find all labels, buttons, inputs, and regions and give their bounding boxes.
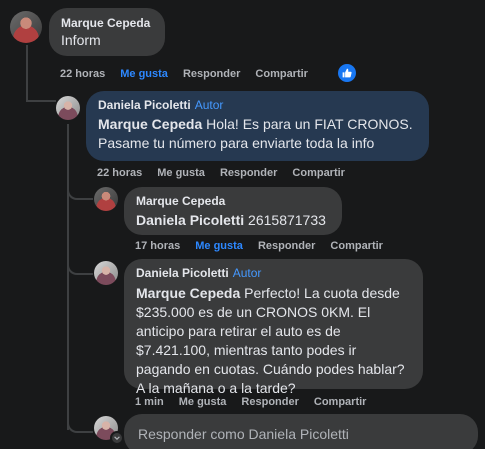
avatar-marque-cepeda[interactable] [10, 11, 42, 43]
like-button[interactable]: Me gusta [157, 167, 205, 179]
reply-button[interactable]: Responder [258, 240, 315, 252]
share-button[interactable]: Compartir [255, 68, 308, 80]
reply-author[interactable]: Marque Cepeda [136, 194, 330, 208]
reply-bubble: Daniela Picoletti Autor Marque Cepeda Hol… [86, 91, 429, 161]
comment-thread: Marque Cepeda Inform 22 horas Me gusta R… [0, 0, 485, 449]
avatar-daniela-picoletti[interactable] [56, 96, 80, 120]
thread-line [67, 124, 69, 430]
comment-bubble: Marque Cepeda Inform [49, 8, 165, 56]
reply-text: Marque Cepeda Perfecto! La cuota desde $… [136, 284, 411, 398]
reply-button[interactable]: Responder [183, 68, 240, 80]
avatar-daniela-picoletti[interactable] [94, 261, 118, 285]
share-button[interactable]: Compartir [330, 240, 383, 252]
mention-link[interactable]: Daniela Picoletti [136, 212, 244, 228]
comment-author[interactable]: Marque Cepeda [61, 16, 153, 30]
reply-bubble: Daniela Picoletti Autor Marque Cepeda Per… [124, 259, 423, 396]
comment-text: Inform [61, 32, 101, 48]
thread-line [67, 409, 93, 433]
reply-message: 2615871733 [248, 212, 326, 228]
share-button[interactable]: Compartir [292, 167, 345, 179]
thread-line [67, 176, 93, 200]
reply-message: Perfecto! La cuota desde $235.000 es de … [136, 285, 405, 396]
thread-line [26, 100, 56, 102]
reply-author: Daniela Picoletti Autor [136, 266, 411, 280]
like-button[interactable]: Me gusta [179, 396, 227, 408]
avatar-marque-cepeda[interactable] [94, 187, 118, 211]
author-badge: Autor [232, 266, 262, 280]
reply-button[interactable]: Responder [220, 167, 277, 179]
reply-field[interactable] [124, 414, 478, 449]
reply-time[interactable]: 22 horas [97, 167, 142, 179]
reply-time[interactable]: 1 min [135, 396, 164, 408]
reply-button[interactable]: Responder [241, 396, 298, 408]
reply-time[interactable]: 17 horas [135, 240, 180, 252]
author-badge: Autor [194, 98, 224, 112]
thread-line [67, 249, 93, 275]
reply-actions: 1 min Me gusta Responder Compartir [135, 396, 381, 408]
mention-link[interactable]: Marque Cepeda [98, 116, 202, 132]
chevron-down-icon[interactable] [110, 431, 124, 445]
reply-text: Marque Cepeda Hola! Es para un FIAT CRON… [98, 115, 417, 153]
reply-author: Daniela Picoletti Autor [98, 98, 417, 112]
mention-link[interactable]: Marque Cepeda [136, 285, 240, 301]
like-button[interactable]: Me gusta [195, 240, 243, 252]
reply-actions: 22 horas Me gusta Responder Compartir [97, 167, 360, 179]
reply-text: Daniela Picoletti 2615871733 [136, 211, 330, 230]
share-button[interactable]: Compartir [314, 396, 367, 408]
reply-author-name[interactable]: Daniela Picoletti [98, 98, 191, 112]
reply-author-name[interactable]: Daniela Picoletti [136, 266, 229, 280]
reply-input[interactable] [136, 425, 466, 443]
thread-line [26, 45, 28, 102]
comment-time[interactable]: 22 horas [60, 68, 105, 80]
reply-actions: 17 horas Me gusta Responder Compartir [135, 240, 398, 252]
reply-bubble: Marque Cepeda Daniela Picoletti 26158717… [124, 187, 342, 235]
thumbs-up-icon[interactable] [338, 64, 356, 82]
like-button[interactable]: Me gusta [120, 68, 168, 80]
comment-actions: 22 horas Me gusta Responder Compartir [60, 68, 323, 80]
